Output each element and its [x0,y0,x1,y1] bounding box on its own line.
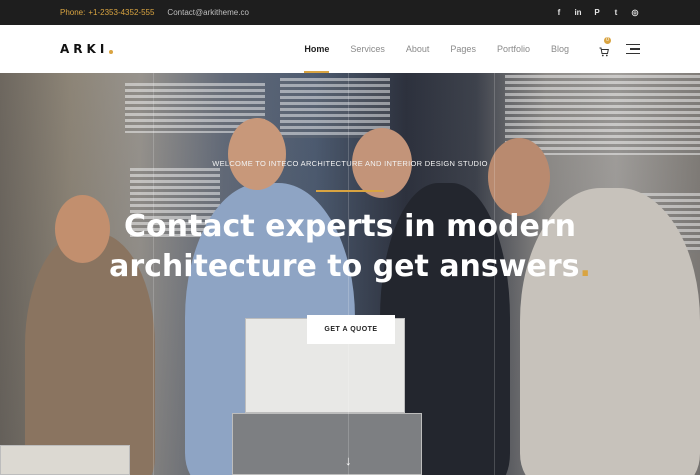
cart-icon[interactable]: 0 [599,37,611,57]
pinterest-icon[interactable]: P [593,8,601,17]
logo-text: ARKI [60,42,109,56]
get-quote-button[interactable]: GET A QUOTE [307,315,395,344]
phone-number-link[interactable]: +1-2353-4352-555 [88,8,154,17]
linkedin-icon[interactable]: in [574,8,582,17]
main-menu: Home Services About Pages Portfolio Blog… [283,25,640,73]
arrow-down-icon[interactable]: ↓ [345,453,352,468]
nav-item-blog[interactable]: Blog [551,25,569,73]
main-navbar: ARKI Home Services About Pages Portfolio… [0,25,700,73]
facebook-icon[interactable]: f [555,8,563,17]
hero-title-line1: Contact experts in modern [123,209,577,244]
hero-title-line2: architecture to get answers [109,249,580,284]
hero-title-dot: . [579,249,591,284]
top-bar: Phone: +1-2353-4352-555 Contact@arkithem… [0,0,700,25]
menu-toggle-icon[interactable] [626,43,640,55]
twitter-icon[interactable]: t [612,8,620,17]
nav-item-portfolio[interactable]: Portfolio [497,25,530,73]
cart-count-badge: 0 [604,37,611,44]
social-links: f in P t ◎ [555,8,639,17]
logo-dot [109,49,114,54]
nav-item-services[interactable]: Services [350,25,385,73]
hero-section: WELCOME TO INTECO ARCHITECTURE AND INTER… [0,73,700,475]
logo[interactable]: ARKI [60,42,114,56]
nav-item-pages[interactable]: Pages [450,25,476,73]
hero-title: Contact experts in modern architecture t… [0,207,700,287]
email-link[interactable]: Contact@arkitheme.co [167,8,249,17]
nav-item-about[interactable]: About [406,25,430,73]
nav-item-home[interactable]: Home [304,25,330,73]
cart-icon-graphic [599,47,609,57]
hero-accent-line [316,190,384,192]
phone-label: Phone: [60,8,86,17]
instagram-icon[interactable]: ◎ [631,8,639,17]
hero-subtitle: WELCOME TO INTECO ARCHITECTURE AND INTER… [212,159,488,168]
